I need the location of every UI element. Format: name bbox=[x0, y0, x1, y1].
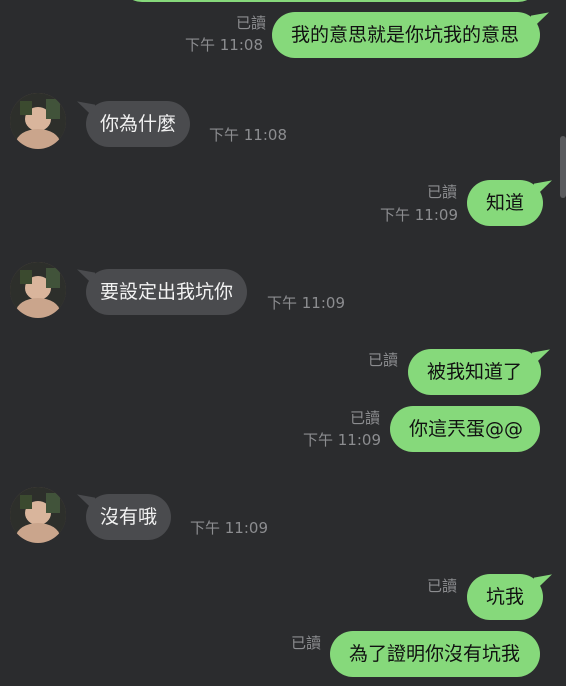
read-receipt: 已讀 bbox=[349, 409, 380, 427]
message-text: 你為什麼 bbox=[100, 112, 177, 135]
message-text: 沒有哦 bbox=[100, 505, 158, 528]
outgoing-message-bubble[interactable]: 知道 bbox=[467, 180, 544, 226]
message-text: 我的意思就是你坑我的意思 bbox=[291, 23, 520, 46]
contact-avatar[interactable] bbox=[10, 262, 66, 318]
read-receipt: 已讀 bbox=[367, 351, 398, 369]
incoming-message-bubble[interactable]: 你為什麼 bbox=[86, 101, 191, 147]
message-time: 下午 11:09 bbox=[190, 519, 268, 537]
partial-message-bubble[interactable] bbox=[120, 0, 540, 2]
outgoing-message-bubble[interactable]: 被我知道了 bbox=[408, 349, 542, 395]
read-receipt: 已讀 bbox=[235, 14, 266, 32]
contact-avatar[interactable] bbox=[10, 487, 66, 543]
read-receipt: 已讀 bbox=[290, 634, 321, 652]
outgoing-message-bubble[interactable]: 坑我 bbox=[467, 574, 544, 620]
message-text: 知道 bbox=[486, 191, 525, 214]
message-text: 坑我 bbox=[486, 585, 525, 608]
message-time: 下午 11:08 bbox=[185, 36, 263, 54]
outgoing-message-bubble[interactable]: 你這兲蛋@@ bbox=[390, 406, 540, 452]
incoming-message-bubble[interactable]: 沒有哦 bbox=[86, 494, 172, 540]
contact-avatar[interactable] bbox=[10, 93, 66, 149]
message-text: 你這兲蛋@@ bbox=[409, 417, 524, 440]
message-time: 下午 11:09 bbox=[303, 431, 381, 449]
message-time: 下午 11:09 bbox=[267, 294, 345, 312]
outgoing-message-bubble[interactable]: 為了證明你沒有坑我 bbox=[330, 631, 540, 677]
chat-area[interactable]: 已讀 下午 11:08 我的意思就是你坑我的意思 你為什麼 下午 11:08 已… bbox=[0, 0, 566, 686]
message-text: 為了證明你沒有坑我 bbox=[349, 642, 521, 665]
incoming-message-bubble[interactable]: 要設定出我坑你 bbox=[86, 269, 248, 315]
read-receipt: 已讀 bbox=[426, 183, 457, 201]
message-text: 要設定出我坑你 bbox=[100, 280, 234, 303]
scrollbar-thumb[interactable] bbox=[560, 136, 566, 198]
message-time: 下午 11:08 bbox=[209, 126, 287, 144]
message-time: 下午 11:09 bbox=[380, 206, 458, 224]
read-receipt: 已讀 bbox=[426, 577, 457, 595]
outgoing-message-bubble[interactable]: 我的意思就是你坑我的意思 bbox=[272, 12, 540, 58]
message-text: 被我知道了 bbox=[427, 360, 523, 383]
